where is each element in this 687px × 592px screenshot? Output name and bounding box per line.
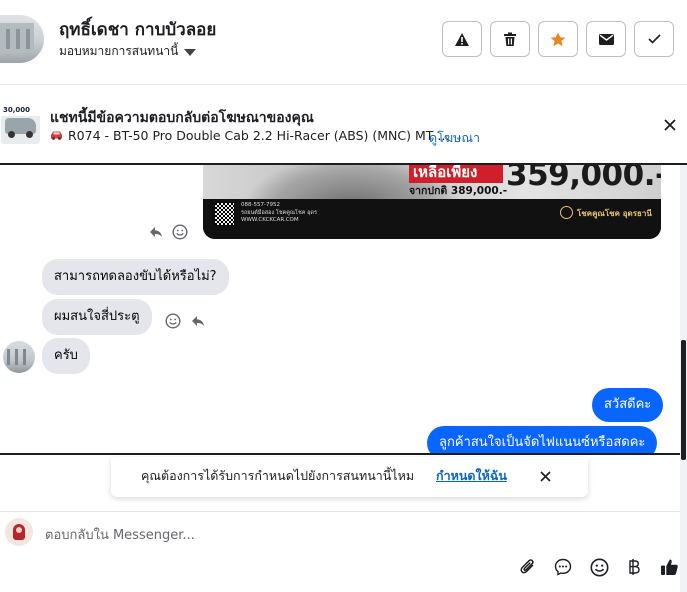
message-bubble-outgoing[interactable]: สวัสดีคะ bbox=[592, 388, 664, 422]
ad-image-price: 359,000.- bbox=[506, 165, 661, 193]
car-icon bbox=[50, 128, 63, 143]
contact-name[interactable]: ฤทธิ์เดชา กาบบัวลอย bbox=[59, 16, 216, 43]
react-icon[interactable] bbox=[164, 312, 182, 330]
message-bubble[interactable]: ครับ bbox=[42, 338, 90, 374]
star-icon bbox=[550, 32, 566, 47]
close-banner-button[interactable] bbox=[660, 115, 680, 135]
reply-composer bbox=[0, 511, 680, 592]
emoji-button[interactable] bbox=[588, 558, 610, 580]
mark-unread-button[interactable] bbox=[586, 21, 626, 57]
dealer-name: โชคคูณโชค อุดรธานี bbox=[577, 209, 652, 218]
payment-button[interactable] bbox=[623, 558, 645, 580]
reply-icon[interactable] bbox=[147, 223, 165, 241]
delete-button[interactable] bbox=[490, 21, 530, 57]
contact-avatar-small[interactable] bbox=[3, 341, 35, 373]
contact-avatar[interactable] bbox=[0, 15, 44, 63]
ad-thumbnail[interactable]: 30,000 bbox=[1, 104, 40, 144]
message-bubble[interactable]: สามารถทดลองขับได้หรือไม่? bbox=[42, 259, 229, 295]
inbox-conversation: ฤทธิ์เดชา กาบบัวลอย มอบหมายการสนทนานี้ 3… bbox=[0, 0, 687, 592]
envelope-icon bbox=[598, 33, 614, 45]
qr-code bbox=[215, 203, 234, 225]
ad-banner-title: แชทนี้มีข้อความตอบกลับต่อโฆษณาของคุณ bbox=[50, 110, 314, 126]
assign-prompt-text: คุณต้องการได้รับการกำหนดไปยังการสนทนานี้… bbox=[141, 468, 415, 483]
check-icon bbox=[647, 34, 661, 44]
dealer-logo bbox=[560, 206, 573, 219]
assign-label: มอบหมายการสนทนานี้ bbox=[59, 44, 179, 58]
assign-dropdown[interactable]: มอบหมายการสนทนานี้ bbox=[59, 42, 197, 61]
thumbs-up-icon bbox=[660, 558, 679, 580]
message-thread[interactable]: เหลือเพียง จากปกติ 389,000.- 359,000.- 0… bbox=[0, 165, 680, 455]
message-bubble[interactable]: ผมสนใจสี่ประตู bbox=[42, 299, 152, 335]
ad-name: R074 - BT-50 Pro Double Cab 2.2 Hi-Racer… bbox=[68, 128, 450, 143]
my-avatar bbox=[5, 518, 33, 546]
ad-image-contact-info: 088-557-7952 รถยนต์มือสอง โชคคูณโชค อุดร… bbox=[241, 202, 317, 223]
react-icon[interactable] bbox=[171, 223, 189, 241]
chat-bubble-icon bbox=[554, 558, 572, 580]
ad-image-was-price: จากปกติ 389,000.- bbox=[409, 185, 508, 197]
assign-to-me-link[interactable]: กำหนดให้ฉัน bbox=[436, 466, 507, 486]
dismiss-prompt-button[interactable] bbox=[536, 467, 554, 485]
star-button[interactable] bbox=[538, 21, 578, 57]
paperclip-icon bbox=[520, 558, 536, 580]
like-button[interactable] bbox=[658, 558, 680, 580]
assign-prompt: คุณต้องการได้รับการกำหนดไปยังการสนทนานี้… bbox=[111, 457, 588, 497]
close-icon bbox=[664, 116, 676, 135]
baht-icon bbox=[628, 558, 640, 580]
reply-input[interactable] bbox=[45, 525, 445, 545]
attach-button[interactable] bbox=[517, 558, 539, 580]
scrollbar-thumb[interactable] bbox=[681, 340, 686, 460]
message-bubble-outgoing[interactable]: ลูกค้าสนใจเป็นจัดไฟแนนซ์หรือสดคะ bbox=[427, 426, 658, 453]
ad-banner-subtitle: R074 - BT-50 Pro Double Cab 2.2 Hi-Racer… bbox=[50, 128, 449, 143]
ad-image-tag: เหลือเพียง bbox=[409, 165, 503, 183]
close-icon bbox=[539, 467, 551, 486]
trash-icon bbox=[503, 32, 517, 47]
reply-icon[interactable] bbox=[189, 312, 207, 330]
warning-icon bbox=[454, 32, 470, 47]
emoji-icon bbox=[590, 558, 609, 581]
spam-warning-button[interactable] bbox=[442, 21, 482, 57]
mark-done-button[interactable] bbox=[634, 21, 674, 57]
conversation-header: ฤทธิ์เดชา กาบบัวลอย มอบหมายการสนทนานี้ bbox=[0, 0, 687, 85]
ad-image-message[interactable]: เหลือเพียง จากปกติ 389,000.- 359,000.- 0… bbox=[203, 165, 661, 239]
chevron-down-icon bbox=[184, 48, 197, 56]
saved-replies-button[interactable] bbox=[552, 558, 574, 580]
view-ad-link[interactable]: ดูโฆษณา bbox=[429, 128, 480, 148]
